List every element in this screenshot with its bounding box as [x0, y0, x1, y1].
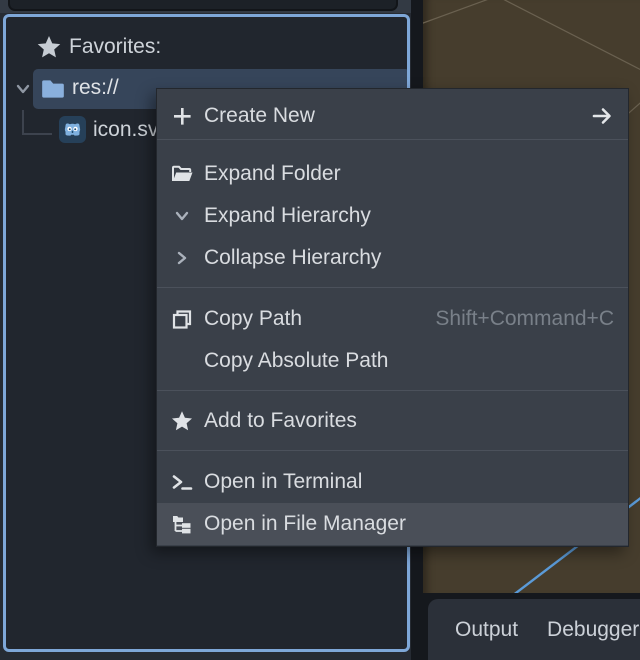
tree-guide-line [22, 110, 24, 135]
tab-debugger[interactable]: Debugger [547, 618, 639, 642]
menu-item-copy-path[interactable]: Copy Path Shift+Command+C [157, 298, 628, 340]
file-manager-icon [169, 511, 195, 537]
menu-item-open-in-terminal[interactable]: Open in Terminal [157, 461, 628, 503]
star-icon [36, 34, 62, 60]
menu-separator [157, 139, 628, 140]
chevron-down-icon [169, 203, 195, 229]
tree-item-res[interactable]: res:// [72, 76, 119, 100]
shortcut-label: Shift+Command+C [435, 307, 614, 331]
tab-output[interactable]: Output [455, 618, 518, 642]
menu-item-expand-folder[interactable]: Expand Folder [157, 153, 628, 195]
menu-separator [157, 390, 628, 391]
menu-separator [157, 287, 628, 288]
folder-open-icon [169, 161, 195, 187]
favorites-label: Favorites: [69, 35, 161, 59]
filesystem-filter-bar [0, 0, 417, 13]
submenu-arrow-icon [590, 104, 614, 128]
menu-item-collapse-hierarchy[interactable]: Collapse Hierarchy [157, 237, 628, 279]
star-icon [169, 408, 195, 434]
context-menu: Create New Expand Folder Expand Hierarch… [156, 88, 629, 547]
menu-separator [157, 450, 628, 451]
plus-icon [169, 103, 195, 129]
menu-item-copy-absolute-path[interactable]: Copy Absolute Path [157, 340, 628, 382]
favorites-header: Favorites: [6, 33, 407, 61]
copy-icon [169, 306, 195, 332]
menu-item-add-to-favorites[interactable]: Add to Favorites [157, 400, 628, 442]
terminal-icon [169, 469, 195, 495]
godot-file-icon [59, 116, 86, 143]
menu-item-create-new[interactable]: Create New [157, 94, 628, 138]
chevron-right-icon [169, 245, 195, 271]
tree-guide-line [22, 133, 52, 135]
bottom-panel: Output Debugger [428, 599, 640, 660]
menu-item-expand-hierarchy[interactable]: Expand Hierarchy [157, 195, 628, 237]
no-icon [169, 348, 195, 374]
folder-icon [40, 76, 66, 102]
godot-editor: Output Debugger Favorites: res:// [0, 0, 640, 660]
filter-input[interactable] [8, 0, 398, 11]
chevron-down-icon[interactable] [13, 79, 33, 99]
menu-item-open-in-file-manager[interactable]: Open in File Manager [157, 503, 628, 545]
